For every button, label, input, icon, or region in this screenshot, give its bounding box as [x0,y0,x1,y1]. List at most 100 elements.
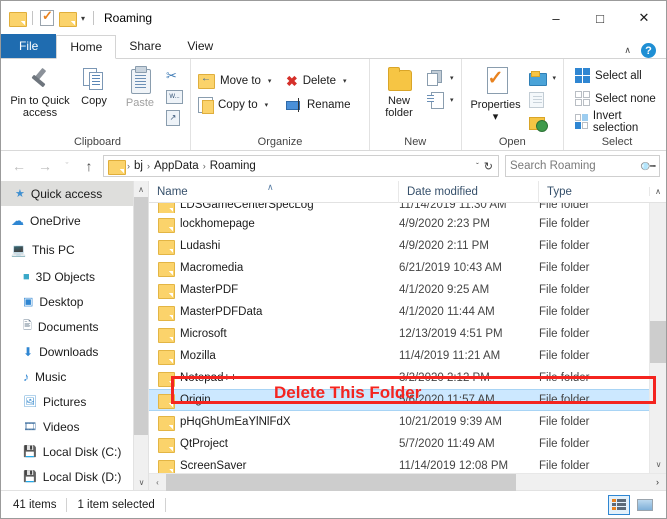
properties-caret-icon[interactable]: ▾ [493,111,499,123]
help-icon[interactable]: ? [641,43,656,58]
easy-access-button[interactable]: ▾ [424,90,457,110]
sidebar-item-quick-access[interactable]: ★ Quick access [1,181,148,206]
minimize-button[interactable]: – [534,1,578,35]
table-row[interactable]: Microsoft 12/13/2019 4:51 PM File folder [149,323,649,345]
sidebar-item-local-disk-c[interactable]: 💾 Local Disk (C:) [1,439,148,464]
breadcrumb-item-bj[interactable]: bj [131,160,146,172]
table-row[interactable]: ScreenSaver 11/14/2019 12:08 PM File folde… [149,455,649,473]
tab-home[interactable]: Home [56,35,117,59]
qat-dropdown-caret-icon[interactable]: ▾ [81,14,85,23]
sidebar-item-music[interactable]: ♪ Music [1,364,148,389]
explorer-folder-icon[interactable] [9,11,27,27]
sidebar-item-3d-objects[interactable]: ■ 3D Objects [1,264,148,289]
column-header-type[interactable]: Type [539,181,649,203]
paste-shortcut-button[interactable]: ↗ [163,108,186,127]
properties-button[interactable]: Properties ▾ [466,64,526,123]
open-caret-icon[interactable]: ▾ [553,74,557,82]
move-to-caret-icon[interactable]: ▾ [268,77,272,85]
file-scroll-down-button[interactable]: ∨ [650,456,666,473]
tab-view[interactable]: View [174,34,226,58]
sidebar-item-this-pc[interactable]: 💻 This PC [1,236,148,264]
move-to-icon [198,73,215,89]
back-button[interactable]: ← [7,154,31,178]
horizontal-scrollbar[interactable]: ‹ › [149,473,666,491]
nav-scroll-up-button[interactable]: ∧ [134,181,148,197]
breadcrumb-bar[interactable]: › bj › AppData › Roaming ˇ ↻ [103,155,499,177]
column-header-name[interactable]: Name ∧ [149,180,399,203]
table-row[interactable]: Macromedia 6/21/2019 10:43 AM File folder [149,257,649,279]
rename-icon [286,98,302,112]
delete-caret-icon[interactable]: ▾ [343,77,347,85]
column-header-date-modified[interactable]: Date modified [399,180,539,203]
cut-button[interactable]: ✂ [163,66,186,85]
file-name-label: Microsoft [180,328,227,340]
table-row[interactable]: LDSGameCenterSpecLog 11/14/2019 11:30 AM F… [149,203,649,213]
new-item-caret-icon[interactable]: ▾ [450,74,454,82]
breadcrumb-item-roaming[interactable]: Roaming [207,160,259,172]
up-button[interactable]: ↑ [77,154,101,178]
select-all-button[interactable]: Select all [572,65,662,86]
open-button[interactable]: ▾ [526,68,560,88]
file-list-scrollbar[interactable]: ∨ [649,203,666,473]
copy-button[interactable]: Copy [71,64,117,107]
collapse-ribbon-icon[interactable]: ∧ [624,45,631,56]
paste-button[interactable]: Paste [117,64,163,109]
sidebar-item-onedrive[interactable]: ☁ OneDrive [1,206,148,236]
recent-locations-button[interactable]: ˇ [59,154,75,178]
invert-selection-button[interactable]: Invert selection [572,110,662,134]
maximize-button[interactable]: □ [578,1,622,35]
table-row[interactable]: Ludashi 4/9/2020 2:11 PM File folder [149,235,649,257]
hscroll-left-button[interactable]: ‹ [149,478,166,487]
new-folder-button[interactable]: New folder [374,64,424,119]
table-row[interactable]: MasterPDF 4/1/2020 9:25 AM File folder [149,279,649,301]
new-folder-icon[interactable] [59,11,77,27]
table-row[interactable]: pHqGhUmEaYlNlFdX 10/21/2019 9:39 AM File f… [149,411,649,433]
tab-share[interactable]: Share [116,34,174,58]
file-scroll-thumb[interactable] [650,321,666,363]
sidebar-item-pictures[interactable]: 🖼 Pictures [1,389,148,414]
title-bar: ▾ Roaming – □ ✕ [1,1,666,35]
tab-file[interactable]: File [1,34,57,58]
pin-to-quick-access-button[interactable]: Pin to Quick access [9,64,71,119]
rename-button[interactable]: Rename [283,94,365,116]
header-scroll-spacer: ∧ [649,187,666,196]
copy-to-button[interactable]: Copy to ▾ [195,94,283,116]
table-row[interactable]: lockhomepage 4/9/2020 2:23 PM File folder [149,213,649,235]
table-row[interactable]: Mozilla 11/4/2019 11:21 AM File folder [149,345,649,367]
nav-scroll-thumb[interactable] [134,197,148,435]
details-view-button[interactable] [608,494,630,515]
folder-icon [158,305,175,321]
sidebar-item-videos[interactable]: 🎞 Videos [1,414,148,439]
copy-path-button[interactable]: W... [163,87,186,106]
search-input[interactable]: Search Roaming [510,160,596,172]
file-row-type-cell: File folder [539,284,590,296]
copy-to-caret-icon[interactable]: ▾ [265,101,269,109]
hscroll-right-button[interactable]: › [649,477,666,487]
refresh-icon[interactable]: ↻ [484,160,493,173]
history-button[interactable] [526,112,560,132]
close-button[interactable]: ✕ [622,1,666,35]
sidebar-item-documents[interactable]: 🖹 Documents [1,314,148,339]
sidebar-item-desktop[interactable]: ▣ Desktop [1,289,148,314]
table-row[interactable]: MasterPDFData 4/1/2020 11:44 AM File folde… [149,301,649,323]
delete-button[interactable]: ✖ Delete ▾ [283,70,365,92]
easy-access-caret-icon[interactable]: ▾ [450,96,454,104]
breadcrumb-item-appdata[interactable]: AppData [151,160,202,172]
properties-icon[interactable] [40,8,54,26]
sidebar-item-downloads[interactable]: ⬇ Downloads [1,339,148,364]
table-row[interactable]: Origin 5/6/2020 11:57 AM File folder [149,389,649,411]
path-dropdown-icon[interactable]: ˇ [476,162,479,171]
forward-button[interactable]: → [33,154,57,178]
select-none-button[interactable]: Select none [572,88,662,109]
edit-button[interactable] [526,90,560,110]
sidebar-item-local-disk-d[interactable]: 💾 Local Disk (D:) [1,464,148,489]
navigation-scrollbar[interactable]: ∧ ∨ [133,181,148,490]
thumbnails-view-button[interactable] [634,495,656,515]
table-row[interactable]: Notepad++ 3/2/2020 2:12 PM File folder [149,367,649,389]
table-row[interactable]: QtProject 5/7/2020 11:49 AM File folder [149,433,649,455]
move-to-button[interactable]: Move to ▾ [195,70,283,92]
new-item-button[interactable]: ▾ [424,68,457,88]
nav-scroll-down-button[interactable]: ∨ [134,474,148,490]
hscroll-thumb[interactable] [166,473,516,491]
search-box[interactable]: Search Roaming 🔍 [505,155,660,177]
